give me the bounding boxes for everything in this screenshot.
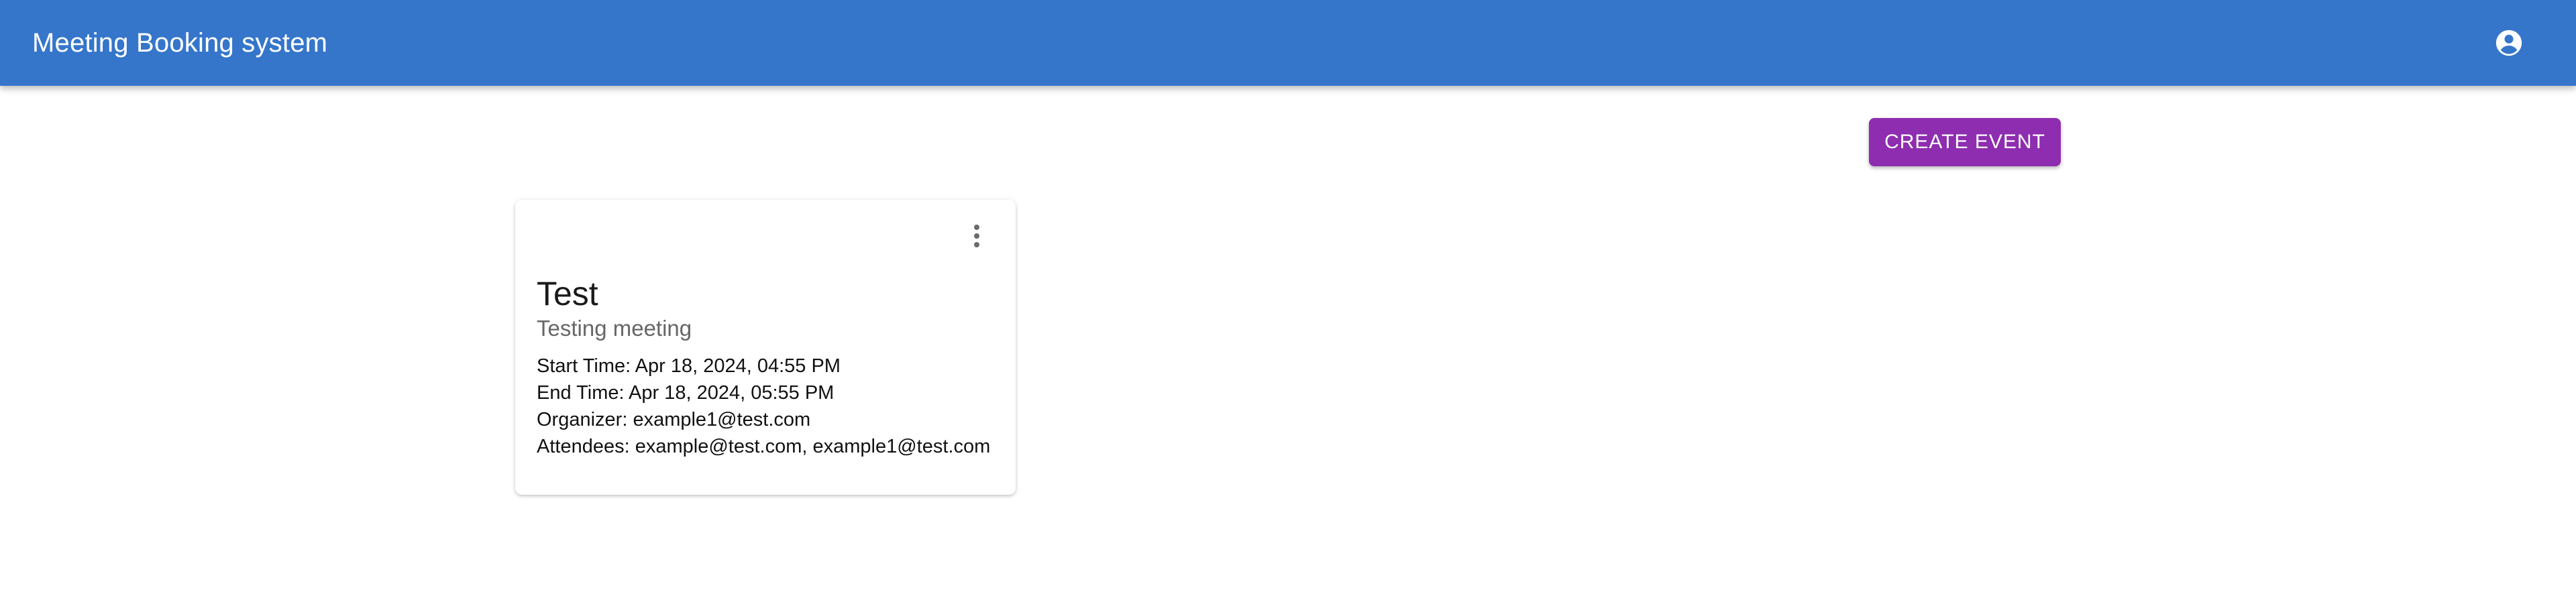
event-title: Test	[537, 275, 598, 312]
event-start-time: Start Time: Apr 18, 2024, 04:55 PM	[537, 355, 841, 377]
app-bar: Meeting Booking system	[0, 0, 2576, 86]
event-end-time: End Time: Apr 18, 2024, 05:55 PM	[537, 382, 835, 404]
more-vert-icon	[974, 225, 979, 247]
app-title: Meeting Booking system	[32, 28, 328, 58]
account-circle-icon	[2496, 29, 2522, 56]
event-subtitle: Testing meeting	[537, 316, 692, 341]
event-details: Start Time: Apr 18, 2024, 04:55 PM End T…	[537, 353, 994, 460]
event-organizer: Organizer: example1@test.com	[537, 409, 811, 430]
create-event-button[interactable]: CREATE EVENT	[1869, 118, 2061, 166]
account-button[interactable]	[2490, 24, 2528, 62]
event-card-content: Test Testing meeting Start Time: Apr 18,…	[537, 274, 994, 460]
event-card: Test Testing meeting Start Time: Apr 18,…	[515, 200, 1016, 495]
event-card-menu-button[interactable]	[963, 220, 990, 252]
event-attendees: Attendees: example@test.com, example1@te…	[537, 436, 991, 457]
